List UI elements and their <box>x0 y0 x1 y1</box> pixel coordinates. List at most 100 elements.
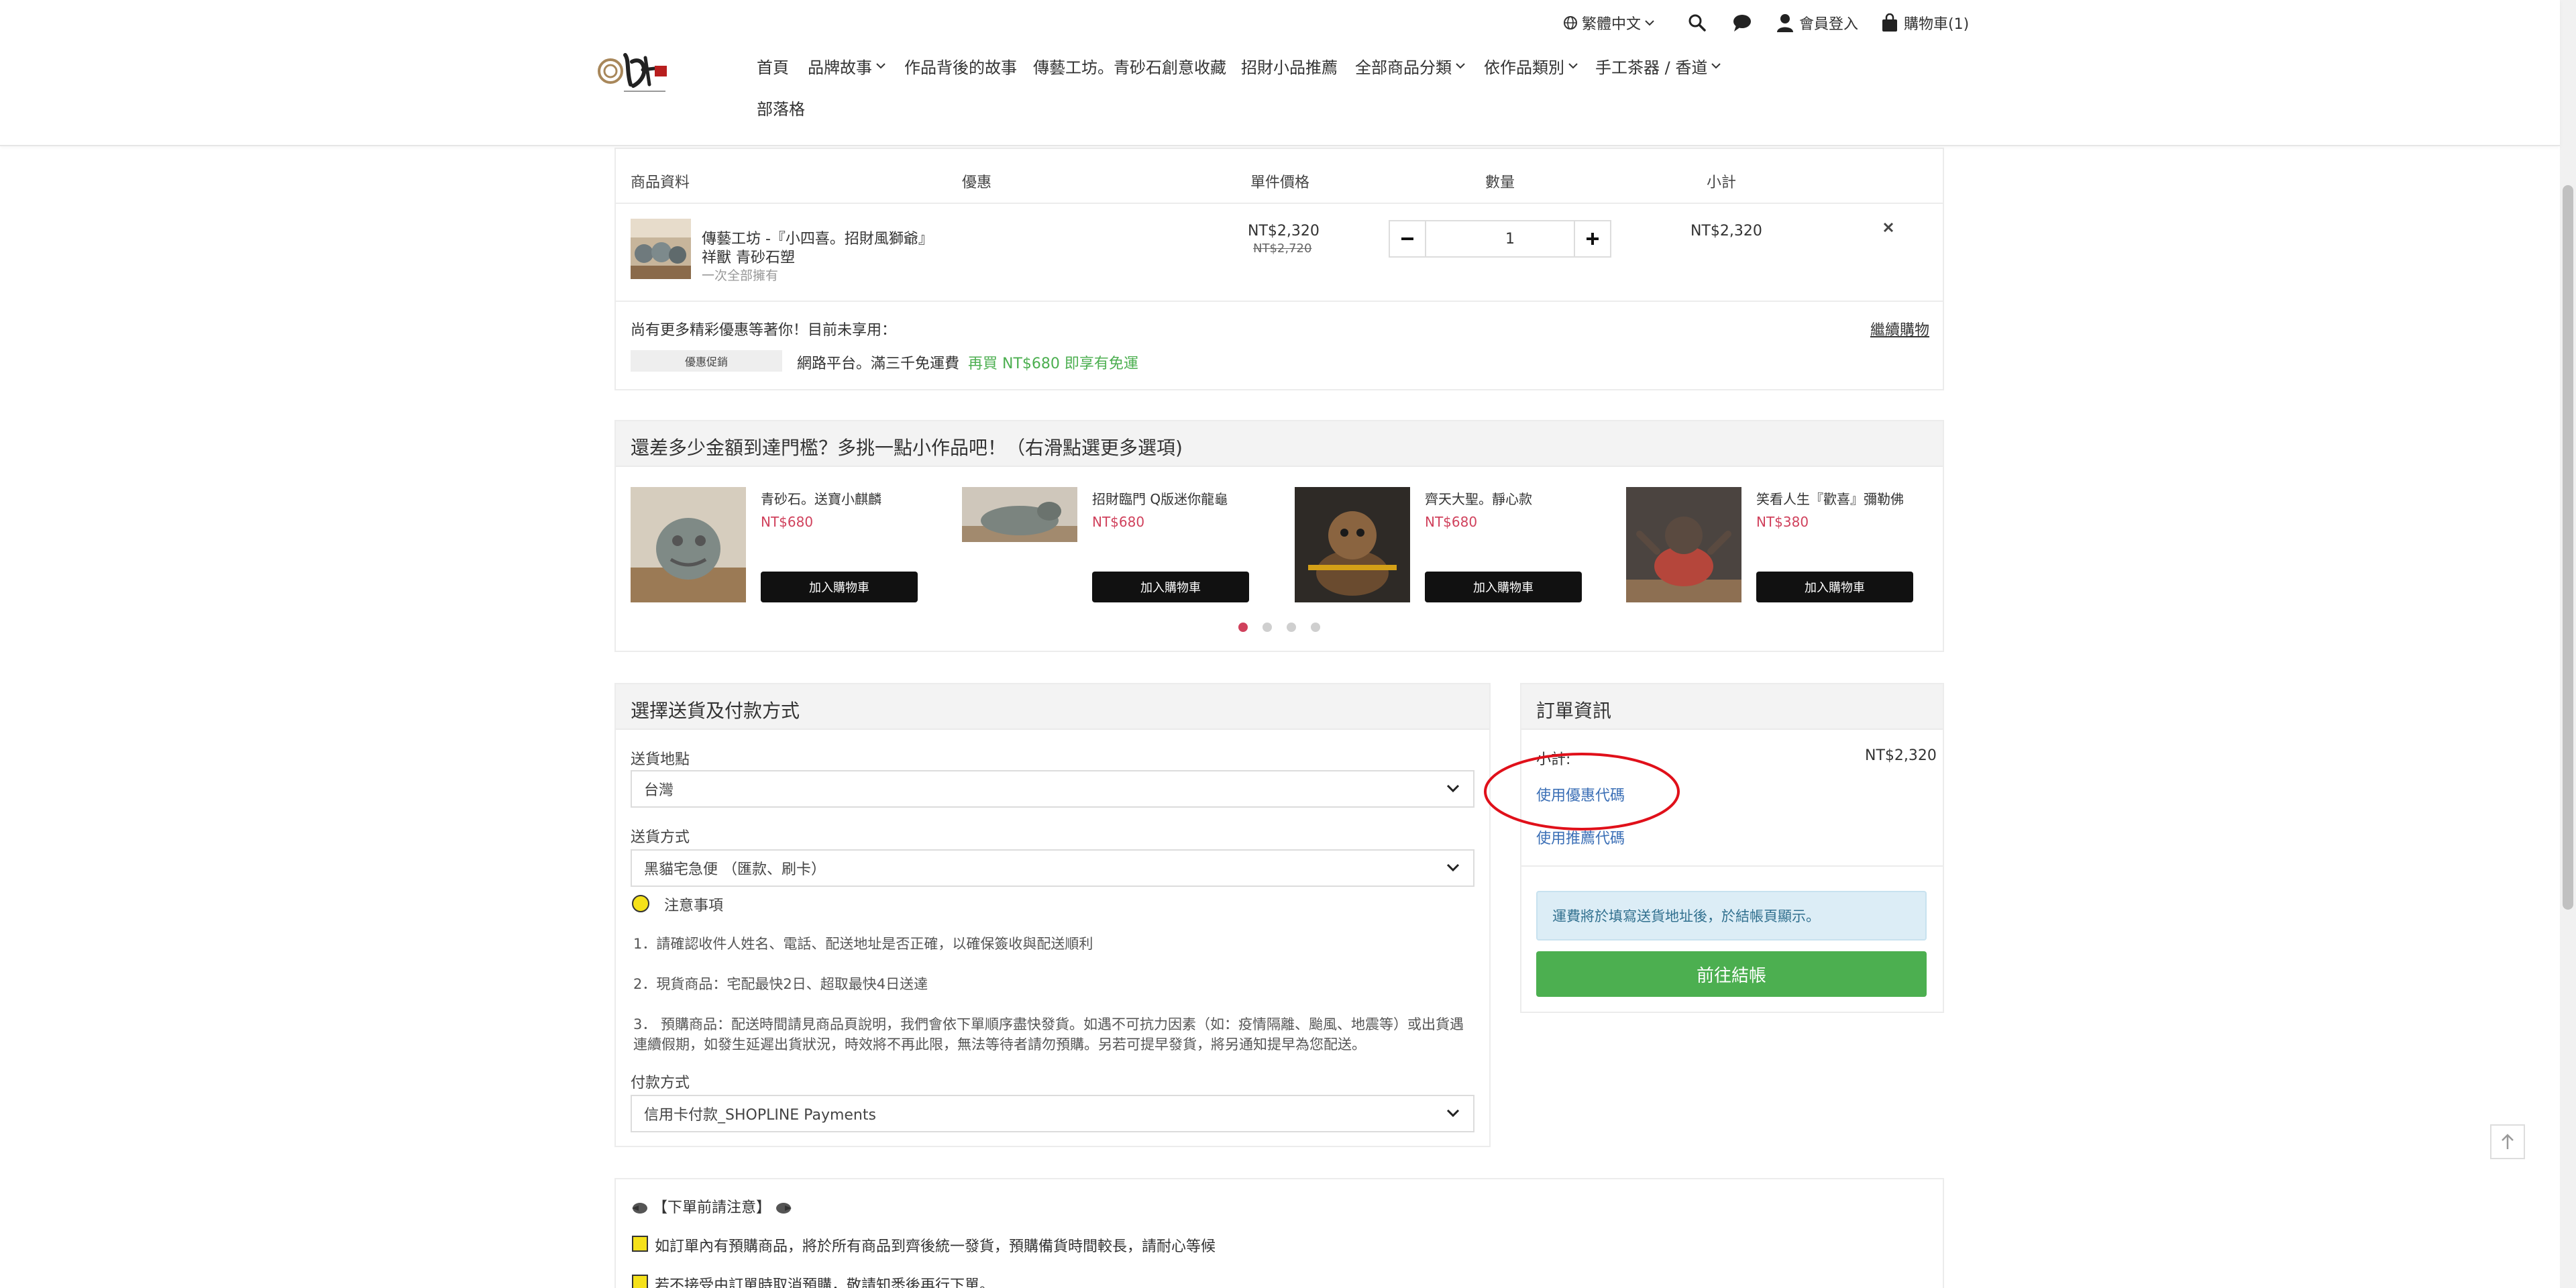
table-header-divider <box>616 203 1943 204</box>
nav-work-stories-label: 作品背後的故事 <box>904 58 1017 77</box>
chevron-down-icon <box>1456 63 1465 69</box>
nav-collection-label: 傳藝工坊。青砂石創意收藏 <box>1033 58 1226 77</box>
plus-icon <box>1587 233 1599 245</box>
chevron-down-icon <box>1645 20 1654 26</box>
pointing-hand-icon <box>776 1203 792 1214</box>
order-note-1: 如訂單內有預購商品，將於所有商品到齊後統一發貨，預購備貨時間較長，請耐心等候 <box>655 1238 1216 1255</box>
payment-method-select[interactable]: 信用卡付款_SHOPLINE Payments <box>631 1095 1474 1132</box>
search-button[interactable] <box>1688 12 1707 34</box>
nav-tea-incense-label: 手工茶器 / 香道 <box>1595 58 1708 77</box>
nav-home-label: 首頁 <box>757 58 789 77</box>
add-to-cart-button[interactable]: 加入購物車 <box>1425 572 1582 602</box>
shipping-method-label: 送貨方式 <box>631 829 690 846</box>
carousel-dot[interactable] <box>1311 623 1320 632</box>
annotation-circle-icon <box>1484 753 1680 830</box>
messages-button[interactable] <box>1732 12 1752 34</box>
member-login-link[interactable]: 會員登入 <box>1776 12 1858 34</box>
back-to-top-button[interactable] <box>2490 1124 2525 1159</box>
carousel-dot[interactable] <box>1287 623 1296 632</box>
shipping-note-1: 1．請確認收件人姓名、電話、配送地址是否正確，以確保簽收與配送順利 <box>633 936 1093 952</box>
yellow-square-icon <box>632 1236 648 1252</box>
addon-name[interactable]: 笑看人生『歡喜』彌勒佛 <box>1756 488 1904 508</box>
scrollbar-thumb[interactable] <box>2563 185 2573 910</box>
shipping-method-value: 黑貓宅急便 （匯款、刷卡） <box>644 861 826 878</box>
promo-notice: 尚有更多精彩優惠等著你！目前未享用： <box>631 322 897 339</box>
shipping-method-select[interactable]: 黑貓宅急便 （匯款、刷卡） <box>631 849 1474 887</box>
payment-method-label: 付款方式 <box>631 1075 690 1091</box>
destination-value: 台灣 <box>644 782 674 799</box>
checkout-button[interactable]: 前往結帳 <box>1536 951 1927 997</box>
language-label: 繁體中文 <box>1582 16 1642 33</box>
quantity-decrease-button[interactable] <box>1389 220 1426 258</box>
continue-shopping-link[interactable]: 繼續購物 <box>1870 318 1929 339</box>
addon-thumbnail[interactable] <box>631 487 746 602</box>
nav-by-type[interactable]: 依作品類別 <box>1484 52 1578 79</box>
carousel-dot-active[interactable] <box>1238 623 1248 632</box>
unit-price: NT$2,320 <box>1248 223 1320 239</box>
nav-blog-label: 部落格 <box>757 99 805 119</box>
addon-name[interactable]: 齊天大聖。靜心款 <box>1425 488 1532 508</box>
order-notes-title: 【下單前請注意】 <box>631 1195 793 1217</box>
shipping-note-3a: 3． 預購商品：配送時間請見商品頁說明，我們會依下單順序盡快發貨。如遇不可抗力因… <box>633 1016 1464 1032</box>
product-image <box>962 487 1077 542</box>
shipping-title: 選擇送貨及付款方式 <box>631 700 800 722</box>
nav-brand-story[interactable]: 品牌故事 <box>808 52 885 79</box>
nav-collection[interactable]: 傳藝工坊。青砂石創意收藏 <box>1033 52 1226 79</box>
addon-title: 還差多少金額到達門檻？多挑一點小作品吧！（右滑點選更多選項) <box>631 437 1183 459</box>
order-subtotal-value: NT$2,320 <box>1865 747 1937 764</box>
order-notes-title-text: 【下單前請注意】 <box>653 1199 771 1216</box>
quantity-increase-button[interactable] <box>1574 220 1611 258</box>
member-login-label: 會員登入 <box>1799 16 1859 33</box>
product-variant: 一次全部擁有 <box>702 268 779 283</box>
addon-name[interactable]: 青砂石。送寶小麒麟 <box>761 488 881 508</box>
addon-thumbnail[interactable] <box>1626 487 1741 602</box>
user-icon <box>1777 14 1793 32</box>
destination-select[interactable]: 台灣 <box>631 770 1474 808</box>
shipping-payment-panel <box>614 683 1491 1147</box>
brand-logo[interactable] <box>596 46 671 97</box>
nav-blog[interactable]: 部落格 <box>757 94 805 121</box>
shipping-note-3b: 連續假期，如發生延遲出貨狀況，時效將不再此限，無法等待者請勿預購。另若可提早發貨… <box>633 1036 1366 1053</box>
nav-home[interactable]: 首頁 <box>757 52 789 79</box>
product-image <box>631 219 691 279</box>
add-to-cart-button[interactable]: 加入購物車 <box>1092 572 1249 602</box>
row-divider <box>616 301 1943 302</box>
arrow-up-icon <box>2502 1134 2514 1149</box>
order-summary-title: 訂單資訊 <box>1536 700 1612 722</box>
cart-link[interactable]: 購物車(1) <box>1881 12 1969 34</box>
remove-item-button[interactable] <box>1880 219 1897 236</box>
payment-method-value: 信用卡付款_SHOPLINE Payments <box>644 1107 876 1124</box>
pointing-hand-icon <box>632 1203 647 1214</box>
product-image <box>631 487 746 602</box>
col-discount: 優惠 <box>962 174 992 191</box>
quantity-input[interactable]: 1 <box>1425 220 1595 258</box>
notice-bullet-icon <box>632 895 649 912</box>
col-unit-price: 單件價格 <box>1250 174 1310 191</box>
nav-fortune-items[interactable]: 招財小品推薦 <box>1241 52 1338 79</box>
nav-work-stories[interactable]: 作品背後的故事 <box>904 52 1017 79</box>
promo-highlight: 再買 NT$680 即享有免運 <box>968 356 1138 372</box>
nav-by-type-label: 依作品類別 <box>1484 58 1564 77</box>
carousel-dot[interactable] <box>1263 623 1272 632</box>
addon-name[interactable]: 招財臨門 Q版迷你龍龜 <box>1092 488 1228 508</box>
product-thumbnail[interactable] <box>631 219 691 279</box>
promo-tag: 優惠促銷 <box>631 350 782 372</box>
addon-price: NT$380 <box>1756 514 1809 530</box>
promo-description: 網路平台。滿三千免運費 <box>797 356 960 372</box>
language-switcher[interactable]: 繁體中文 <box>1563 12 1654 34</box>
site-header: 繁體中文 會員登入 購物車(1) 首頁 品牌故事 作品背後的故事 傳藝工坊。青砂… <box>0 0 2560 146</box>
addon-price: NT$680 <box>1092 514 1145 530</box>
nav-tea-incense[interactable]: 手工茶器 / 香道 <box>1595 52 1721 79</box>
add-to-cart-button[interactable]: 加入購物車 <box>761 572 918 602</box>
notice-label: 注意事項 <box>664 898 724 914</box>
chevron-down-icon <box>876 63 885 69</box>
nav-all-categories[interactable]: 全部商品分類 <box>1355 52 1465 79</box>
addon-thumbnail[interactable] <box>962 487 1077 542</box>
add-to-cart-button[interactable]: 加入購物車 <box>1756 572 1913 602</box>
product-name-line2[interactable]: 祥獸 青砂石塑 <box>702 246 795 267</box>
addon-thumbnail[interactable] <box>1295 487 1410 602</box>
nav-brand-story-label: 品牌故事 <box>808 58 872 77</box>
brand-logo-mark <box>598 53 667 92</box>
col-product: 商品資料 <box>631 174 690 191</box>
chevron-down-icon <box>1446 863 1460 872</box>
